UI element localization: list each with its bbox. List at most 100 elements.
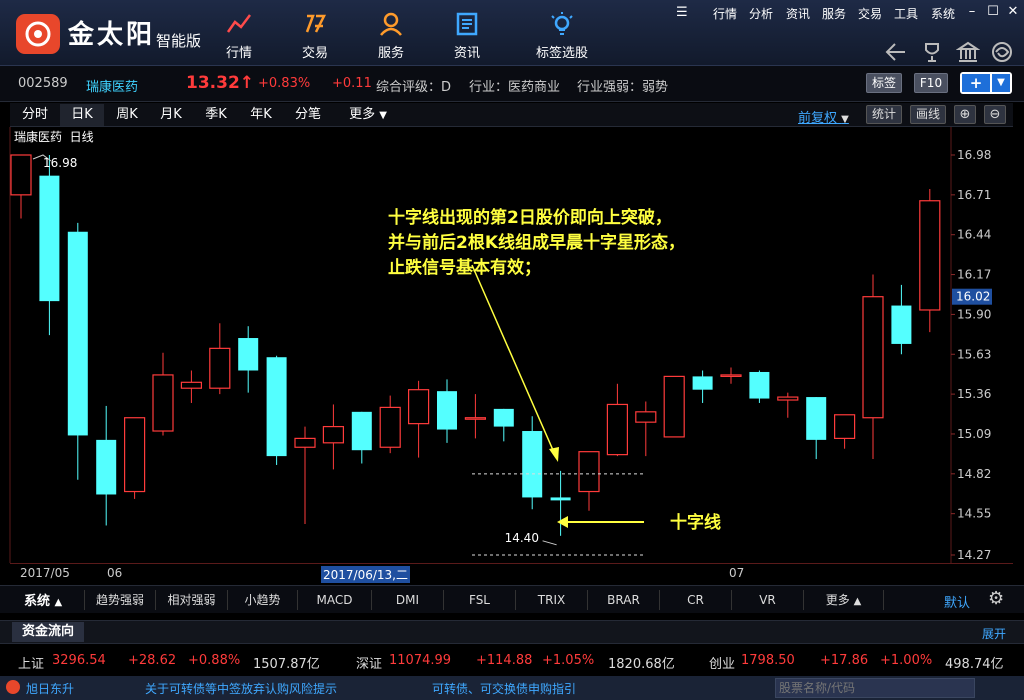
nav-news-label: 资讯 (453, 46, 480, 61)
indicator-tab[interactable]: 趋势强弱 (84, 590, 156, 610)
menu-market[interactable]: 行情 (713, 5, 737, 22)
indicator-system-select[interactable]: 系统 ▲ (24, 590, 62, 609)
tab-monthly-k[interactable]: 月K (150, 104, 192, 126)
date-label: 06 (107, 566, 123, 580)
annotation-text: 止跌信号基本有效； (388, 257, 541, 278)
menu-service[interactable]: 服务 (822, 5, 846, 22)
stock-industry-strength: 行业强弱：弱势 (577, 80, 669, 95)
tab-quarterly-k[interactable]: 季K (195, 104, 237, 126)
close-icon[interactable]: ✕ (1005, 4, 1021, 20)
low-marker-line (542, 540, 557, 546)
tab-yearly-k[interactable]: 年K (240, 104, 282, 126)
tab-more[interactable]: 更多 ▼ (340, 104, 396, 126)
indicator-tab[interactable]: BRAR (588, 590, 660, 610)
nav-market[interactable]: 行情 (204, 8, 274, 61)
gear-icon[interactable]: ⚙ (988, 588, 1004, 609)
price-tick-label: 14.55 (957, 507, 991, 521)
indicator-tab[interactable]: TRIX (516, 590, 588, 610)
nav-service[interactable]: 服务 (356, 8, 426, 61)
indicator-tab-more[interactable]: 更多 ▲ (804, 590, 884, 610)
tag-button[interactable]: 标签 (866, 73, 902, 93)
bank-icon[interactable] (956, 40, 980, 64)
stock-search-input[interactable] (776, 679, 966, 697)
nav-tag-select[interactable]: 标签选股 (522, 8, 602, 61)
index-amount: 498.74亿 (945, 657, 1004, 672)
menu-news[interactable]: 资讯 (786, 5, 810, 22)
candle-body (180, 381, 202, 389)
indicator-default-button[interactable]: 默认 (944, 592, 970, 611)
maximize-icon[interactable]: ☐ (985, 4, 1001, 20)
indicator-tab[interactable]: 相对强弱 (156, 590, 228, 610)
f10-button[interactable]: F10 (914, 73, 948, 93)
notice-link[interactable]: 可转债、可交换债申购指引 (432, 680, 576, 697)
annotation-arrow-head (549, 447, 559, 462)
candle-body (578, 451, 600, 493)
broker-name[interactable]: 旭日东升 (26, 680, 74, 697)
candle-body (720, 374, 742, 378)
app-brand: 金太阳 (68, 20, 156, 50)
back-icon[interactable] (884, 40, 908, 64)
draw-line-button[interactable]: 画线 (910, 105, 946, 124)
person-icon (380, 12, 402, 36)
tab-weekly-k[interactable]: 周K (106, 104, 148, 126)
minimize-icon[interactable]: – (964, 4, 980, 20)
menu-tools[interactable]: 工具 (894, 5, 918, 22)
candle-body (550, 497, 571, 501)
menu-analysis[interactable]: 分析 (749, 5, 773, 22)
candle-body (919, 200, 941, 311)
chart-stock-name: 瑞康医药 (14, 130, 63, 144)
candle-body (635, 411, 657, 423)
index-pct: +1.00% (880, 653, 933, 668)
index-pct: +0.88% (188, 653, 241, 668)
candle-body (322, 425, 344, 444)
indicator-tab[interactable]: VR (732, 590, 804, 610)
candle-body (891, 305, 912, 344)
nav-news[interactable]: 资讯 (432, 8, 502, 61)
adjust-mode-select[interactable]: 前复权 ▼ (798, 107, 849, 126)
swirl-icon[interactable] (990, 40, 1014, 64)
tab-tick[interactable]: 分笔 (286, 104, 330, 126)
nav-trade-label: 交易 (301, 46, 328, 61)
notice-link[interactable]: 关于可转债等中签放弃认购风险提示 (145, 680, 337, 697)
candle-body (493, 408, 514, 427)
fund-flow-tab[interactable]: 资金流向 (12, 622, 84, 642)
index-pct: +1.05% (542, 653, 595, 668)
tab-timeshare[interactable]: 分时 (14, 104, 56, 126)
chevron-down-icon: ▼ (992, 74, 1010, 92)
bulb-icon (551, 12, 573, 35)
chart-header: 瑞康医药 日线 (14, 128, 94, 145)
menu-system[interactable]: 系统 (931, 5, 955, 22)
trophy-icon[interactable] (920, 40, 944, 64)
zoom-out-icon[interactable]: ⊖ (984, 105, 1006, 124)
candle-body (152, 374, 174, 432)
triangle-up-icon: ▲ (853, 596, 862, 607)
price-tick-label: 14.27 (957, 548, 991, 562)
price-tick-label: 16.44 (957, 228, 991, 242)
list-menu-icon[interactable]: ☰ (676, 5, 688, 20)
add-watchlist-button[interactable]: + ▼ (960, 72, 1012, 94)
indicator-tab[interactable]: CR (660, 590, 732, 610)
tab-daily-k[interactable]: 日K (60, 104, 104, 126)
candle-body (777, 396, 799, 401)
menu-trade[interactable]: 交易 (858, 5, 882, 22)
stock-search-box[interactable] (775, 678, 975, 698)
nav-trade[interactable]: 交易 (280, 8, 350, 61)
candle-body (379, 406, 401, 448)
indicator-tab[interactable]: MACD (298, 590, 372, 610)
stats-button[interactable]: 统计 (866, 105, 902, 124)
triangle-down-icon: ▼ (379, 110, 387, 121)
stock-change-pct: +0.83% (258, 76, 311, 91)
candle-body (294, 437, 316, 448)
candle-body (606, 403, 629, 456)
indicator-tab[interactable]: 小趋势 (228, 590, 298, 610)
index-value: 11074.99 (389, 653, 452, 668)
indicator-tab[interactable]: FSL (444, 590, 516, 610)
index-value: 1798.50 (741, 653, 795, 668)
kline-chart[interactable]: 16.98 16.71 16.44 16.17 16.02 15.90 15.63 15.36… (0, 127, 1024, 563)
indicator-tab[interactable]: DMI (372, 590, 444, 610)
current-price-label: 16.02 (956, 290, 990, 304)
expand-button[interactable]: 展开 (982, 625, 1006, 642)
annotation-text: 并与前后2根K线组成早晨十字星形态， (388, 232, 685, 253)
indicator-more-label: 更多 (825, 593, 850, 607)
zoom-in-icon[interactable]: ⊕ (954, 105, 976, 124)
